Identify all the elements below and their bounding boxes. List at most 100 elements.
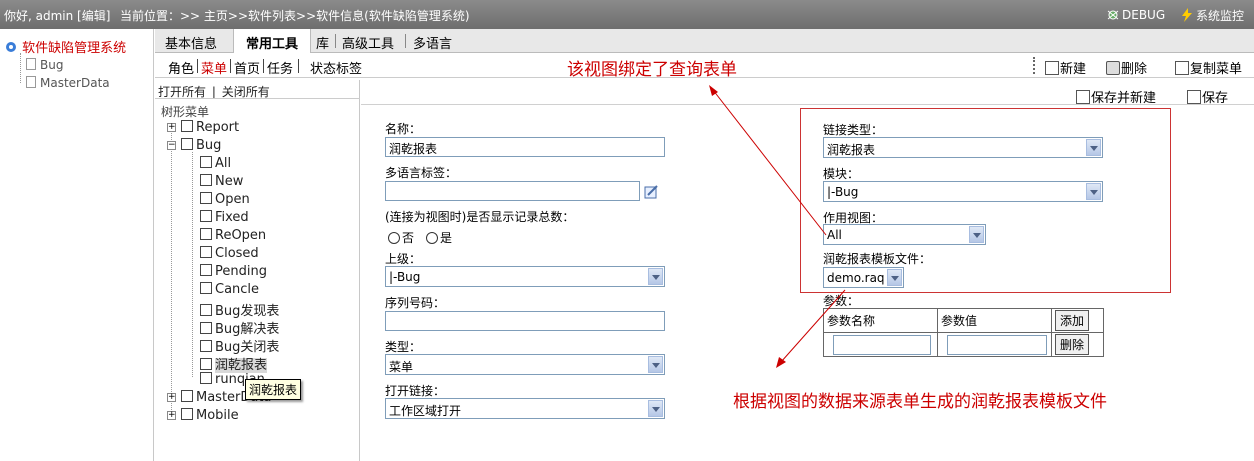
tab-advanced-tools[interactable]: 高级工具: [342, 29, 394, 53]
checkbox[interactable]: [200, 192, 212, 204]
open-link-select[interactable]: 工作区域打开: [385, 398, 665, 419]
subtab-home[interactable]: 首页: [234, 58, 260, 77]
name-input[interactable]: 润乾报表: [385, 137, 665, 157]
checkbox[interactable]: [181, 408, 193, 420]
checkbox[interactable]: [200, 358, 212, 370]
delete-param-button[interactable]: 删除: [1055, 334, 1090, 355]
tree-item[interactable]: Pending: [200, 264, 267, 279]
tree-item[interactable]: Closed: [200, 246, 259, 261]
seq-input[interactable]: [385, 311, 665, 331]
checkbox[interactable]: [200, 322, 212, 334]
debug-link[interactable]: DEBUG: [1106, 7, 1165, 22]
checkbox[interactable]: [181, 120, 193, 132]
tab-basic-info[interactable]: 基本信息: [165, 29, 217, 53]
tree-item[interactable]: ReOpen: [200, 228, 266, 243]
chevron-down-icon[interactable]: [648, 356, 663, 373]
i18n-input[interactable]: [385, 181, 640, 201]
link-type-label: 链接类型：: [823, 123, 884, 137]
tooltip: 润乾报表: [245, 379, 302, 400]
nav-root-label: 软件缺陷管理系统: [22, 41, 127, 56]
add-param-button[interactable]: 添加: [1055, 310, 1090, 331]
module-select[interactable]: |-Bug: [823, 181, 1103, 202]
open-all-link[interactable]: 打开所有: [158, 85, 206, 99]
chevron-down-icon[interactable]: [1086, 183, 1101, 200]
parent-select[interactable]: |-Bug: [385, 266, 665, 287]
bug-icon: [1107, 10, 1119, 20]
greeting-text[interactable]: 你好, admin [编辑]: [4, 7, 110, 24]
tree-item[interactable]: Bug发现表: [200, 300, 279, 319]
close-all-link[interactable]: 关闭所有: [222, 85, 270, 99]
edit-icon[interactable]: [643, 184, 659, 200]
param-name-header: 参数名称: [823, 308, 938, 333]
checkbox[interactable]: [181, 390, 193, 402]
delete-toolbar-button[interactable]: 删除: [1106, 58, 1147, 77]
tree-item[interactable]: Bug关闭表: [200, 336, 279, 355]
subtab-menu[interactable]: 菜单: [201, 58, 227, 77]
chevron-down-icon[interactable]: [1086, 139, 1101, 156]
link-type-select[interactable]: 润乾报表: [823, 137, 1103, 158]
subtab-status-tags[interactable]: 状态标签: [310, 58, 362, 77]
checkbox[interactable]: [200, 246, 212, 258]
subtab-divider: [298, 59, 299, 73]
param-name-input[interactable]: [833, 334, 931, 355]
chevron-down-icon[interactable]: [648, 268, 663, 285]
trash-icon: [1106, 61, 1120, 75]
save-new-icon: [1076, 90, 1090, 104]
expand-icon[interactable]: +: [167, 123, 176, 132]
param-name-cell: [823, 332, 938, 357]
checkbox[interactable]: [200, 174, 212, 186]
tree-item[interactable]: Cancle: [200, 282, 259, 297]
tree-node-report[interactable]: Report: [181, 120, 239, 135]
checkbox[interactable]: [200, 282, 212, 294]
checkbox[interactable]: [200, 156, 212, 168]
radio-yes[interactable]: 是: [426, 229, 452, 246]
radio-button[interactable]: [388, 232, 400, 244]
monitor-label: 系统监控: [1196, 9, 1245, 23]
template-select[interactable]: demo.raq: [823, 267, 904, 288]
checkbox[interactable]: [200, 264, 212, 276]
checkbox[interactable]: [200, 210, 212, 222]
chevron-down-icon[interactable]: [887, 269, 902, 286]
system-monitor-link[interactable]: 系统监控: [1180, 7, 1244, 24]
tree-node-bug[interactable]: Bug: [181, 138, 221, 153]
type-select[interactable]: 菜单: [385, 354, 665, 375]
param-value-input[interactable]: [947, 334, 1047, 355]
tree-item[interactable]: Open: [200, 192, 250, 207]
template-label: 润乾报表模板文件：: [823, 252, 932, 266]
chevron-down-icon[interactable]: [969, 226, 984, 243]
checkbox[interactable]: [200, 372, 212, 384]
parent-label: 上级：: [385, 252, 422, 266]
tree-node-mobile[interactable]: Mobile: [181, 408, 239, 423]
copy-menu-button[interactable]: 复制菜单: [1175, 58, 1242, 77]
tree-item[interactable]: New: [200, 174, 243, 189]
module-label: 模块：: [823, 167, 860, 181]
chevron-down-icon[interactable]: [648, 400, 663, 417]
lightning-icon: [1182, 8, 1192, 22]
collapse-icon[interactable]: −: [167, 141, 176, 150]
tree-item-selected[interactable]: 润乾报表: [200, 354, 268, 373]
checkbox[interactable]: [181, 138, 193, 150]
tab-common-tools[interactable]: 常用工具: [233, 29, 311, 53]
tree-item[interactable]: Bug解决表: [200, 318, 279, 337]
nav-root-item[interactable]: 软件缺陷管理系统: [4, 37, 126, 56]
tab-library[interactable]: 库: [316, 29, 329, 53]
subtab-task[interactable]: 任务: [267, 58, 293, 77]
checkbox[interactable]: [200, 228, 212, 240]
subtab-role[interactable]: 角色: [168, 58, 194, 77]
tab-multilanguage[interactable]: 多语言: [413, 29, 452, 53]
tree-item[interactable]: All: [200, 156, 231, 171]
system-icon: [6, 42, 16, 52]
view-select[interactable]: All: [823, 224, 986, 245]
checkbox[interactable]: [200, 340, 212, 352]
checkbox[interactable]: [200, 304, 212, 316]
expand-icon[interactable]: +: [167, 411, 176, 420]
tree-item[interactable]: Fixed: [200, 210, 249, 225]
nav-item-masterdata[interactable]: MasterData: [40, 76, 110, 90]
expand-icon[interactable]: +: [167, 393, 176, 402]
radio-button[interactable]: [426, 232, 438, 244]
file-icon: [26, 58, 36, 70]
new-button[interactable]: 新建: [1045, 58, 1086, 77]
tab-divider: [335, 34, 336, 48]
radio-no[interactable]: 否: [388, 229, 414, 246]
nav-item-bug[interactable]: Bug: [40, 58, 63, 72]
